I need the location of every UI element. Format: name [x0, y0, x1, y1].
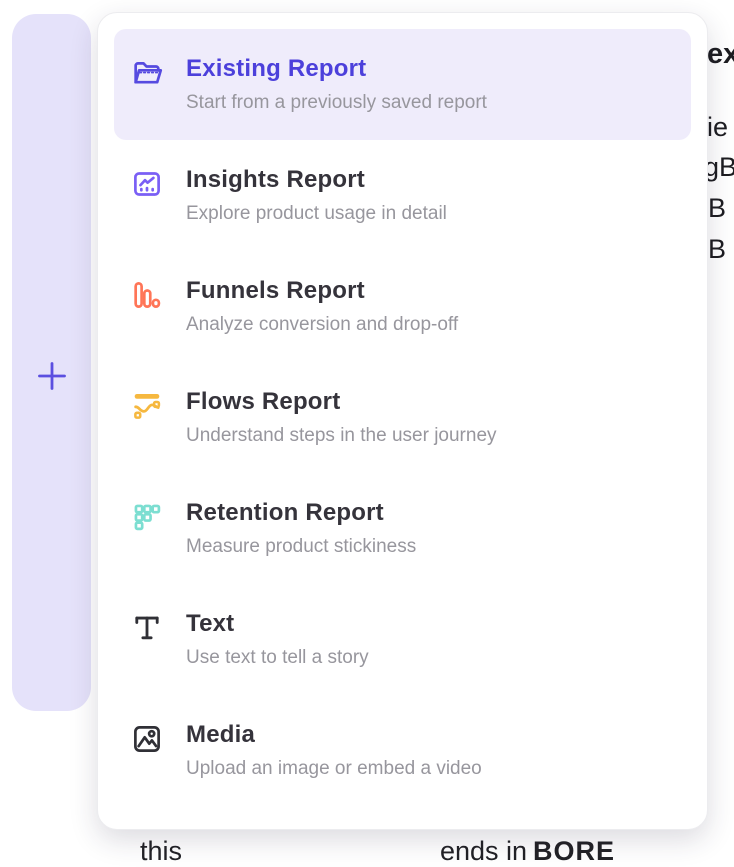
- funnels-bars-icon: [130, 278, 164, 312]
- folder-open-icon: [130, 56, 164, 90]
- menu-item-subtitle: Explore product usage in detail: [186, 203, 447, 225]
- add-content-button[interactable]: [12, 347, 91, 407]
- bg-text-fragment: BORE: [533, 836, 615, 867]
- menu-item-subtitle: Measure product stickiness: [186, 536, 416, 558]
- menu-item-retention-report[interactable]: Retention Report Measure product stickin…: [114, 473, 691, 584]
- menu-item-media[interactable]: Media Upload an image or embed a video: [114, 695, 691, 806]
- menu-item-insights-report[interactable]: Insights Report Explore product usage in…: [114, 140, 691, 251]
- menu-item-title: Flows Report: [186, 388, 497, 416]
- bg-text-fragment: gB: [704, 152, 734, 183]
- bg-text-fragment: B: [708, 193, 726, 224]
- menu-item-subtitle: Upload an image or embed a video: [186, 758, 482, 780]
- retention-grid-icon: [130, 500, 164, 534]
- insights-chart-icon: [130, 167, 164, 201]
- menu-item-title: Retention Report: [186, 499, 416, 527]
- menu-item-title: Funnels Report: [186, 277, 458, 305]
- menu-item-title: Insights Report: [186, 166, 447, 194]
- flows-wave-icon: [130, 389, 164, 423]
- media-image-icon: [130, 722, 164, 756]
- menu-item-flows-report[interactable]: Flows Report Understand steps in the use…: [114, 362, 691, 473]
- menu-item-text[interactable]: Text Use text to tell a story: [114, 584, 691, 695]
- menu-item-subtitle: Analyze conversion and drop-off: [186, 314, 458, 336]
- plus-icon: [37, 361, 67, 394]
- menu-item-subtitle: Use text to tell a story: [186, 647, 369, 669]
- menu-item-subtitle: Start from a previously saved report: [186, 92, 487, 114]
- menu-item-funnels-report[interactable]: Funnels Report Analyze conversion and dr…: [114, 251, 691, 362]
- add-content-menu: Existing Report Start from a previously …: [97, 12, 708, 830]
- menu-item-title: Existing Report: [186, 55, 487, 83]
- bg-text-fragment: ex: [707, 38, 734, 71]
- bg-text-fragment: ie: [707, 112, 728, 143]
- menu-item-subtitle: Understand steps in the user journey: [186, 425, 497, 447]
- bg-text-fragment: B: [708, 234, 726, 265]
- board-add-rail: [12, 14, 91, 711]
- bg-text-fragment: ends in: [440, 836, 527, 867]
- bg-bottom-text: this ends in BORE: [0, 836, 734, 848]
- menu-item-existing-report[interactable]: Existing Report Start from a previously …: [114, 29, 691, 140]
- menu-item-title: Text: [186, 610, 369, 638]
- text-icon: [130, 611, 164, 645]
- bg-text-fragment: this: [140, 836, 182, 867]
- menu-item-title: Media: [186, 721, 482, 749]
